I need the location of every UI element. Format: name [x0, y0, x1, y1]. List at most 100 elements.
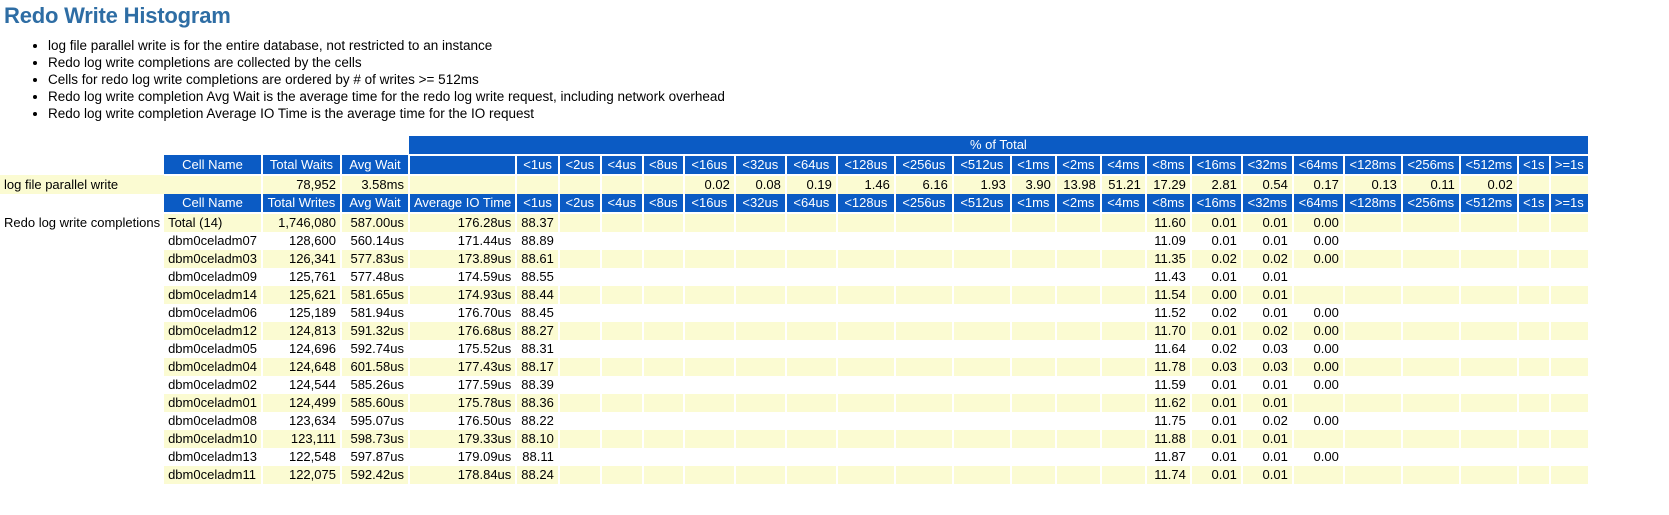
bucket-header2-<32us[interactable]: <32us: [734, 194, 787, 214]
pct->=1s: [1549, 340, 1588, 358]
pct-<256us: [894, 304, 954, 322]
pct-<256ms: [1401, 448, 1461, 466]
pct-<4ms: [1100, 394, 1147, 412]
bucket-header-<1us[interactable]: <1us: [516, 155, 560, 176]
report-tables: % of Total Cell Name Total Waits Avg Wait <1…: [0, 136, 1669, 484]
table1-pct-<32us: 0.08: [734, 175, 787, 194]
pct-<32us: [734, 268, 787, 286]
bucket-header-<8us[interactable]: <8us: [642, 155, 685, 176]
bucket-header2-<256us[interactable]: <256us: [894, 194, 954, 214]
table2-col-header-2[interactable]: Avg Wait: [340, 194, 410, 214]
pct-<32ms: 0.01: [1241, 304, 1294, 322]
pct-<64ms: 0.00: [1292, 232, 1345, 250]
bucket-header2-<8ms[interactable]: <8ms: [1145, 194, 1192, 214]
bucket-header-<1ms[interactable]: <1ms: [1010, 155, 1057, 176]
pct->=1s: [1549, 448, 1588, 466]
bucket-header-<8ms[interactable]: <8ms: [1145, 155, 1192, 176]
bucket-header2-<16us[interactable]: <16us: [683, 194, 736, 214]
bucket-header-<256ms[interactable]: <256ms: [1401, 155, 1461, 176]
pct->=1s: [1549, 394, 1588, 412]
pct-<32us: [734, 430, 787, 448]
table2-row-group-label: [0, 358, 165, 376]
bucket-header-<2us[interactable]: <2us: [558, 155, 602, 176]
pct-<512ms: [1459, 286, 1519, 304]
bucket-header-<16ms[interactable]: <16ms: [1190, 155, 1243, 176]
bucket-header2-<512ms[interactable]: <512ms: [1459, 194, 1519, 214]
pct-<64us: [785, 232, 838, 250]
table-row: dbm0celadm14 125,621 581.65us 174.93us 88.44…: [0, 286, 1588, 304]
pct-<8ms: 11.09: [1145, 232, 1192, 250]
bucket-header-<512us[interactable]: <512us: [952, 155, 1012, 176]
bucket-header->=1s[interactable]: >=1s: [1549, 155, 1588, 176]
pct-<256ms: [1401, 376, 1461, 394]
pct-<8ms: 11.54: [1145, 286, 1192, 304]
bucket-header2-<128us[interactable]: <128us: [836, 194, 896, 214]
table2-col-header-3[interactable]: Average IO Time: [408, 194, 518, 214]
cell-avg-wait: 577.48us: [340, 268, 410, 286]
pct-<512ms: [1459, 430, 1519, 448]
cell-name: dbm0celadm13: [164, 448, 263, 466]
pct-<4us: [600, 448, 644, 466]
cell-avg-io: 174.93us: [408, 286, 518, 304]
bucket-header-<32us[interactable]: <32us: [734, 155, 787, 176]
table1-col-header-0[interactable]: Cell Name: [164, 155, 263, 176]
bucket-header-<4us[interactable]: <4us: [600, 155, 644, 176]
bucket-header-<128ms[interactable]: <128ms: [1343, 155, 1403, 176]
bucket-header2-<1ms[interactable]: <1ms: [1010, 194, 1057, 214]
pct-<1ms: [1010, 322, 1057, 340]
pct-<16us: [683, 286, 736, 304]
bucket-header2-<128ms[interactable]: <128ms: [1343, 194, 1403, 214]
bucket-header2-<256ms[interactable]: <256ms: [1401, 194, 1461, 214]
cell-avg-io: 174.59us: [408, 268, 518, 286]
table2-row-group-label: [0, 430, 165, 448]
bucket-header-<256us[interactable]: <256us: [894, 155, 954, 176]
pct-<32ms: 0.01: [1241, 430, 1294, 448]
pct-<32us: [734, 376, 787, 394]
pct-<1s: [1517, 250, 1551, 268]
cell-total-writes: 124,648: [261, 358, 342, 376]
table1-col-header-2[interactable]: Avg Wait: [340, 155, 410, 176]
bucket-header-<128us[interactable]: <128us: [836, 155, 896, 176]
bucket-header2-<4us[interactable]: <4us: [600, 194, 644, 214]
table-row: dbm0celadm04 124,648 601.58us 177.43us 88.17…: [0, 358, 1588, 376]
bucket-header-<64ms[interactable]: <64ms: [1292, 155, 1345, 176]
cell-avg-io: 177.43us: [408, 358, 518, 376]
table1-pct-<256us: 6.16: [894, 175, 954, 194]
pct-<32us: [734, 394, 787, 412]
bucket-header2-<64ms[interactable]: <64ms: [1292, 194, 1345, 214]
table1-col-header-3[interactable]: [408, 155, 518, 176]
bucket-header-<1s[interactable]: <1s: [1517, 155, 1551, 176]
pct-<256us: [894, 268, 954, 286]
bucket-header-<2ms[interactable]: <2ms: [1055, 155, 1102, 176]
bucket-header2-<64us[interactable]: <64us: [785, 194, 838, 214]
bucket-header-<4ms[interactable]: <4ms: [1100, 155, 1147, 176]
pct-<64us: [785, 340, 838, 358]
bucket-header2->=1s[interactable]: >=1s: [1549, 194, 1588, 214]
bucket-header-<64us[interactable]: <64us: [785, 155, 838, 176]
pct-<8us: [642, 376, 685, 394]
cell-avg-io: 176.50us: [408, 412, 518, 430]
bucket-header2-<2ms[interactable]: <2ms: [1055, 194, 1102, 214]
table2-col-header-0[interactable]: Cell Name: [164, 194, 263, 214]
bucket-header2-<1s[interactable]: <1s: [1517, 194, 1551, 214]
bucket-header2-<4ms[interactable]: <4ms: [1100, 194, 1147, 214]
pct-<128us: [836, 358, 896, 376]
bucket-header-<512ms[interactable]: <512ms: [1459, 155, 1519, 176]
bucket-header2-<16ms[interactable]: <16ms: [1190, 194, 1243, 214]
table-row: dbm0celadm09 125,761 577.48us 174.59us 88.55…: [0, 268, 1588, 286]
bucket-header2-<512us[interactable]: <512us: [952, 194, 1012, 214]
bucket-header2-<32ms[interactable]: <32ms: [1241, 194, 1294, 214]
bucket-header2-<2us[interactable]: <2us: [558, 194, 602, 214]
cell-name: dbm0celadm07: [164, 232, 263, 250]
bucket-header2-<8us[interactable]: <8us: [642, 194, 685, 214]
bucket-header-<16us[interactable]: <16us: [683, 155, 736, 176]
table2-header-row: Cell Name Total Writes Avg Wait Average IO …: [0, 194, 1588, 214]
table1-pct-<512us: 1.93: [952, 175, 1012, 194]
cell-total-writes: 123,634: [261, 412, 342, 430]
pct-<8us: [642, 430, 685, 448]
bucket-header-<32ms[interactable]: <32ms: [1241, 155, 1294, 176]
table1-col-header-1[interactable]: Total Waits: [261, 155, 342, 176]
bucket-header2-<1us[interactable]: <1us: [516, 194, 560, 214]
table1-cell-total_waits: 78,952: [261, 175, 342, 194]
table2-col-header-1[interactable]: Total Writes: [261, 194, 342, 214]
